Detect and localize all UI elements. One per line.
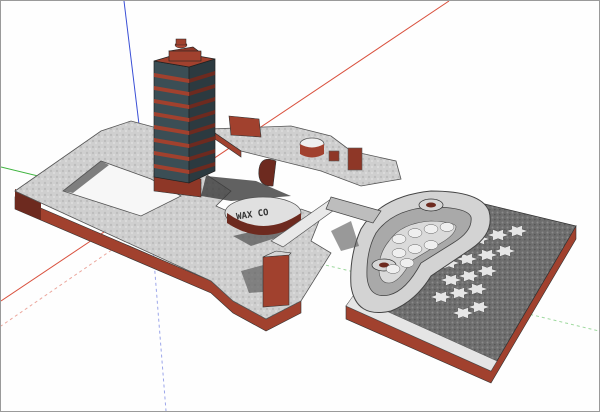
tower-crown-cap [175,38,187,46]
loop-circle [399,258,415,268]
loop-circle [391,234,407,244]
pad-top-inner [426,202,436,208]
tower-shadow [201,176,291,201]
loop-circle [391,248,407,258]
upper-left-block [228,115,262,138]
front-chimney [262,254,290,308]
loop-circle [439,222,455,232]
research-tower[interactable] [153,38,216,198]
connector-bridge-shadow [331,221,359,251]
curved-stair [258,158,277,187]
tower-crown-base [168,50,202,62]
loop-circle [407,228,423,238]
modeling-viewport[interactable]: WAX CO [0,0,600,412]
loop-circle [423,224,439,234]
loop-circle [423,240,439,250]
loop-circle [407,244,423,254]
rooftop-box [347,147,363,171]
connector-bridge [325,196,382,224]
3d-scene[interactable]: WAX CO [1,1,599,411]
loop-circle [385,264,401,274]
rooftop-box-2 [328,150,340,162]
